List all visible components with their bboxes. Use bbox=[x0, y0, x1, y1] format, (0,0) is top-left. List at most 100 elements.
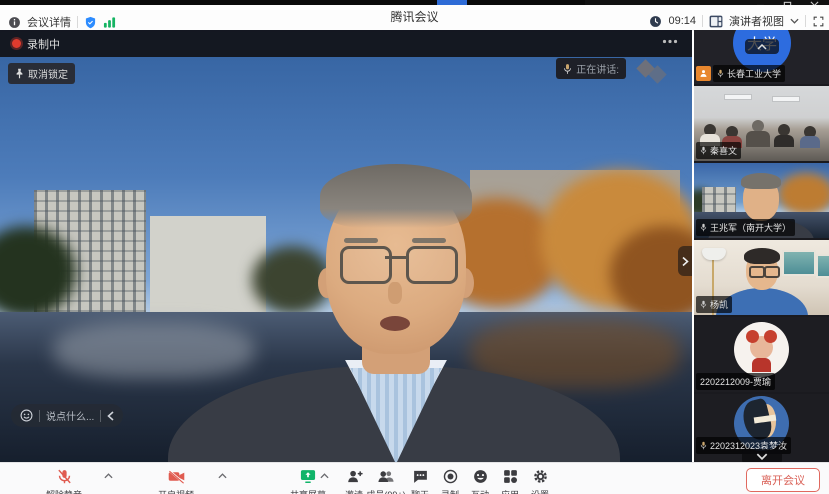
eyebrow bbox=[412, 238, 446, 243]
titlebar: 腾讯会议 会议详情 09:14 演讲者视图 bbox=[0, 5, 829, 31]
clock-icon bbox=[649, 15, 662, 28]
unpin-button[interactable]: 取消锁定 bbox=[8, 63, 75, 84]
participant-tile[interactable]: 2202312023袁梦汝 bbox=[694, 394, 829, 462]
wall-picture bbox=[782, 250, 816, 276]
glasses-lens bbox=[406, 246, 458, 284]
eyebrow bbox=[344, 238, 378, 243]
titlebar-right-group: 09:14 演讲者视图 bbox=[649, 13, 825, 29]
settings-button[interactable]: 设置 bbox=[512, 468, 568, 494]
speaker-person bbox=[0, 30, 692, 462]
sidebar-toggle-handle[interactable] bbox=[678, 246, 692, 276]
participant-tile[interactable]: 杨凯 bbox=[694, 240, 829, 315]
main-speaker-video[interactable]: 录制中 取消锁定 正在讲话: 说点什么... bbox=[0, 30, 692, 462]
chevron-left-icon[interactable] bbox=[107, 411, 114, 421]
speaker-hair bbox=[741, 173, 781, 189]
meeting-toolbar: 解除静音 开启视频 共享屏幕 bbox=[0, 462, 829, 494]
active-speaker-indicator: 正在讲话: bbox=[556, 58, 626, 79]
audio-options-chevron-icon[interactable] bbox=[104, 473, 113, 479]
chevron-down-icon bbox=[756, 453, 768, 460]
participant-name: 杨凯 bbox=[710, 298, 728, 311]
participant-name: 2202212009-贾瑜 bbox=[700, 375, 771, 388]
avatar bbox=[734, 322, 789, 377]
participant-tile[interactable]: 王兆军（南开大学） bbox=[694, 163, 829, 238]
share-screen-label: 共享屏幕 bbox=[290, 488, 326, 494]
student-body bbox=[746, 131, 770, 147]
nose bbox=[388, 282, 402, 304]
settings-label: 设置 bbox=[531, 488, 549, 494]
participant-name: 长春工业大学 bbox=[727, 67, 781, 80]
chevron-down-icon[interactable] bbox=[790, 18, 799, 24]
meeting-details-link[interactable]: 会议详情 bbox=[27, 14, 71, 30]
mic-icon bbox=[700, 441, 707, 450]
unmute-label: 解除静音 bbox=[46, 488, 82, 494]
shield-check-icon[interactable] bbox=[84, 16, 97, 29]
mic-icon bbox=[700, 146, 707, 155]
share-screen-icon bbox=[299, 468, 317, 485]
autumn-tree bbox=[778, 173, 829, 215]
divider bbox=[702, 15, 703, 27]
mic-icon bbox=[563, 63, 572, 75]
chevron-right-icon bbox=[682, 256, 689, 267]
sidebar-collapse-up-button[interactable] bbox=[745, 39, 779, 54]
campus-building bbox=[702, 187, 736, 215]
mic-icon bbox=[700, 300, 707, 309]
avatar-hair bbox=[764, 330, 777, 343]
view-mode-selector[interactable]: 演讲者视图 bbox=[729, 13, 784, 29]
tencent-meeting-window: 腾讯会议 会议详情 09:14 演讲者视图 bbox=[0, 0, 829, 494]
stage-top-overlay: 录制中 bbox=[0, 30, 692, 57]
gear-icon bbox=[532, 468, 549, 485]
unpin-label: 取消锁定 bbox=[28, 66, 68, 81]
divider bbox=[39, 410, 40, 422]
mouth bbox=[380, 316, 410, 331]
quick-chat-bar[interactable]: 说点什么... bbox=[11, 404, 123, 427]
network-signal-icon[interactable] bbox=[103, 16, 116, 28]
glasses-bridge bbox=[385, 256, 407, 259]
fullscreen-icon[interactable] bbox=[812, 15, 825, 28]
camera-muted-icon bbox=[167, 468, 186, 485]
participant-name: 秦喜文 bbox=[710, 144, 737, 157]
divider bbox=[100, 410, 101, 422]
student-body bbox=[800, 136, 820, 148]
chat-input-placeholder[interactable]: 说点什么... bbox=[46, 408, 94, 423]
speaking-label: 正在讲话: bbox=[576, 61, 619, 76]
glasses-lens bbox=[340, 246, 392, 284]
glasses-lens bbox=[764, 266, 780, 278]
recording-status-label: 录制中 bbox=[27, 36, 60, 52]
ceiling-light bbox=[772, 96, 800, 102]
start-video-label: 开启视频 bbox=[158, 488, 194, 494]
participant-name: 王兆军（南开大学） bbox=[710, 221, 791, 234]
participant-tile[interactable]: 大学 长春工业大学 bbox=[694, 30, 829, 84]
mic-muted-icon bbox=[56, 468, 73, 485]
meeting-duration: 09:14 bbox=[668, 15, 696, 27]
avatar-hair bbox=[746, 330, 759, 343]
speaker-hair bbox=[320, 164, 472, 228]
wall-picture bbox=[816, 254, 829, 278]
unmute-button[interactable]: 解除静音 bbox=[36, 468, 92, 494]
divider bbox=[805, 15, 806, 27]
student-body bbox=[774, 135, 794, 147]
participant-tile[interactable]: 秦喜文 bbox=[694, 86, 829, 161]
avatar-body bbox=[752, 358, 771, 372]
ceiling-light bbox=[724, 94, 752, 100]
mic-icon bbox=[700, 223, 707, 232]
info-icon[interactable] bbox=[8, 16, 21, 29]
divider bbox=[77, 16, 78, 28]
video-options-chevron-icon[interactable] bbox=[218, 473, 227, 479]
sidebar-collapse-down-button[interactable] bbox=[742, 449, 782, 462]
hand-raised-icon bbox=[696, 66, 711, 81]
lamp-shade bbox=[702, 248, 726, 260]
glasses-lens bbox=[749, 266, 765, 278]
emoji-icon[interactable] bbox=[20, 409, 33, 422]
recording-indicator-icon bbox=[12, 39, 21, 48]
chevron-up-icon bbox=[757, 44, 767, 50]
participants-sidebar: 大学 长春工业大学 bbox=[694, 30, 829, 462]
leave-meeting-button[interactable]: 离开会议 bbox=[746, 468, 820, 492]
participant-hair bbox=[744, 248, 780, 264]
leave-meeting-label: 离开会议 bbox=[761, 472, 805, 488]
more-options-icon[interactable] bbox=[662, 39, 678, 44]
speaker-view-icon[interactable] bbox=[709, 15, 723, 28]
start-video-button[interactable]: 开启视频 bbox=[148, 468, 204, 494]
pin-icon bbox=[15, 68, 24, 79]
participant-tile[interactable]: 2202212009-贾瑜 bbox=[694, 317, 829, 392]
titlebar-left-group: 会议详情 bbox=[8, 14, 116, 30]
